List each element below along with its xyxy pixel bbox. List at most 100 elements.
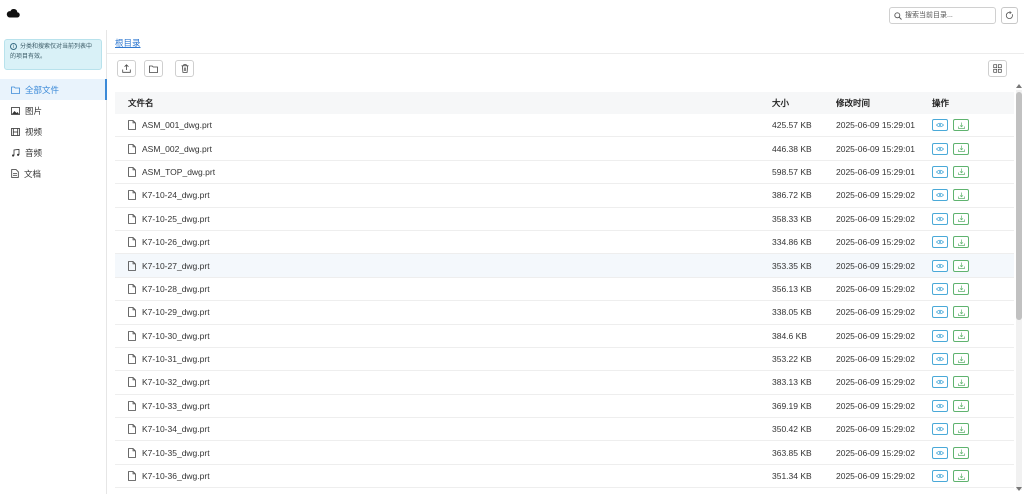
table-row[interactable]: K7-10-31_dwg.prt 353.22 KB 2025-06-09 15:2… xyxy=(115,348,1014,372)
scroll-thumb[interactable] xyxy=(1016,92,1022,320)
file-name-cell[interactable]: K7-10-31_dwg.prt xyxy=(115,354,772,364)
table-row[interactable]: K7-10-24_dwg.prt 386.72 KB 2025-06-09 15:2… xyxy=(115,184,1014,208)
cloud-icon[interactable] xyxy=(6,8,20,18)
scroll-up-arrow[interactable] xyxy=(1016,84,1022,88)
file-name[interactable]: K7-10-35_dwg.prt xyxy=(142,448,210,458)
preview-button[interactable] xyxy=(932,259,948,272)
download-button[interactable] xyxy=(953,119,969,132)
download-button[interactable] xyxy=(953,399,969,412)
file-name[interactable]: K7-10-28_dwg.prt xyxy=(142,284,210,294)
breadcrumb-root-link[interactable]: 根目录 xyxy=(115,37,141,49)
table-row[interactable]: K7-10-28_dwg.prt 356.13 KB 2025-06-09 15:2… xyxy=(115,278,1014,302)
file-name[interactable]: K7-10-33_dwg.prt xyxy=(142,401,210,411)
preview-button[interactable] xyxy=(932,189,948,202)
download-button[interactable] xyxy=(953,470,969,483)
file-name-cell[interactable]: K7-10-32_dwg.prt xyxy=(115,377,772,387)
sidebar-item-documents[interactable]: 文档 xyxy=(0,163,107,184)
scroll-down-arrow[interactable] xyxy=(1016,487,1022,491)
file-name[interactable]: ASM_TOP_dwg.prt xyxy=(142,167,215,177)
file-name-cell[interactable]: K7-10-26_dwg.prt xyxy=(115,237,772,247)
file-name-cell[interactable]: K7-10-35_dwg.prt xyxy=(115,448,772,458)
refresh-button[interactable] xyxy=(1001,7,1018,24)
table-row[interactable]: K7-10-32_dwg.prt 383.13 KB 2025-06-09 15:2… xyxy=(115,371,1014,395)
file-name[interactable]: K7-10-31_dwg.prt xyxy=(142,354,210,364)
table-row[interactable]: K7-10-36_dwg.prt 351.34 KB 2025-06-09 15:2… xyxy=(115,465,1014,489)
file-name[interactable]: K7-10-25_dwg.prt xyxy=(142,214,210,224)
file-name-cell[interactable]: K7-10-36_dwg.prt xyxy=(115,471,772,481)
sidebar-item-videos[interactable]: 视频 xyxy=(0,121,107,142)
file-name-cell[interactable]: K7-10-30_dwg.prt xyxy=(115,331,772,341)
preview-button[interactable] xyxy=(932,446,948,459)
download-button[interactable] xyxy=(953,212,969,225)
download-button[interactable] xyxy=(953,446,969,459)
preview-button[interactable] xyxy=(932,329,948,342)
grid-view-button[interactable] xyxy=(988,60,1007,77)
file-name-cell[interactable]: K7-10-34_dwg.prt xyxy=(115,424,772,434)
table-row[interactable]: K7-10-29_dwg.prt 338.05 KB 2025-06-09 15:2… xyxy=(115,301,1014,325)
table-row[interactable]: ASM_001_dwg.prt 425.57 KB 2025-06-09 15:29… xyxy=(115,114,1014,138)
table-row[interactable]: ASM_TOP_dwg.prt 598.57 KB 2025-06-09 15:29… xyxy=(115,161,1014,185)
download-button[interactable] xyxy=(953,423,969,436)
download-button[interactable] xyxy=(953,142,969,155)
file-name-cell[interactable]: ASM_001_dwg.prt xyxy=(115,120,772,130)
preview-button[interactable] xyxy=(932,236,948,249)
file-name-cell[interactable]: K7-10-29_dwg.prt xyxy=(115,307,772,317)
header-modified[interactable]: 修改时间 xyxy=(836,97,932,109)
file-name-cell[interactable]: ASM_TOP_dwg.prt xyxy=(115,167,772,177)
download-button[interactable] xyxy=(953,165,969,178)
download-button[interactable] xyxy=(953,329,969,342)
table-row[interactable]: K7-10-30_dwg.prt 384.6 KB 2025-06-09 15:29… xyxy=(115,325,1014,348)
preview-button[interactable] xyxy=(932,399,948,412)
preview-button[interactable] xyxy=(932,282,948,295)
download-button[interactable] xyxy=(953,282,969,295)
preview-button[interactable] xyxy=(932,306,948,319)
download-button[interactable] xyxy=(953,353,969,366)
file-name[interactable]: K7-10-29_dwg.prt xyxy=(142,307,210,317)
file-name[interactable]: K7-10-30_dwg.prt xyxy=(142,331,210,341)
preview-button[interactable] xyxy=(932,353,948,366)
preview-button[interactable] xyxy=(932,212,948,225)
download-button[interactable] xyxy=(953,259,969,272)
table-row[interactable]: K7-10-27_dwg.prt 353.35 KB 2025-06-09 15:2… xyxy=(115,254,1014,278)
file-name-cell[interactable]: K7-10-25_dwg.prt xyxy=(115,214,772,224)
search-box[interactable] xyxy=(889,7,996,24)
table-row[interactable]: K7-10-34_dwg.prt 350.42 KB 2025-06-09 15:2… xyxy=(115,418,1014,442)
header-name[interactable]: 文件名 xyxy=(115,97,772,109)
table-row[interactable]: K7-10-26_dwg.prt 334.86 KB 2025-06-09 15:2… xyxy=(115,231,1014,255)
preview-button[interactable] xyxy=(932,119,948,132)
new-folder-button[interactable] xyxy=(144,60,163,77)
file-name[interactable]: K7-10-27_dwg.prt xyxy=(142,261,210,271)
sidebar-item-all-files[interactable]: 全部文件 xyxy=(0,79,107,100)
table-row[interactable]: ASM_002_dwg.prt 446.38 KB 2025-06-09 15:29… xyxy=(115,137,1014,161)
file-name-cell[interactable]: ASM_002_dwg.prt xyxy=(115,144,772,154)
file-name-cell[interactable]: K7-10-28_dwg.prt xyxy=(115,284,772,294)
preview-button[interactable] xyxy=(932,470,948,483)
download-button[interactable] xyxy=(953,306,969,319)
table-row[interactable]: K7-10-35_dwg.prt 363.85 KB 2025-06-09 15:2… xyxy=(115,441,1014,465)
file-name[interactable]: K7-10-32_dwg.prt xyxy=(142,377,210,387)
file-name[interactable]: K7-10-24_dwg.prt xyxy=(142,190,210,200)
table-row[interactable]: K7-10-25_dwg.prt 358.33 KB 2025-06-09 15:2… xyxy=(115,208,1014,231)
preview-button[interactable] xyxy=(932,165,948,178)
download-button[interactable] xyxy=(953,376,969,389)
file-name[interactable]: K7-10-36_dwg.prt xyxy=(142,471,210,481)
delete-button[interactable] xyxy=(175,60,194,77)
file-name-cell[interactable]: K7-10-27_dwg.prt xyxy=(115,261,772,271)
sidebar-item-images[interactable]: 图片 xyxy=(0,100,107,121)
file-name[interactable]: K7-10-34_dwg.prt xyxy=(142,424,210,434)
header-size[interactable]: 大小 xyxy=(772,97,836,109)
file-name[interactable]: K7-10-26_dwg.prt xyxy=(142,237,210,247)
file-name[interactable]: ASM_001_dwg.prt xyxy=(142,120,212,130)
table-row[interactable]: K7-10-33_dwg.prt 369.19 KB 2025-06-09 15:2… xyxy=(115,395,1014,419)
preview-button[interactable] xyxy=(932,376,948,389)
upload-button[interactable] xyxy=(117,60,136,77)
preview-button[interactable] xyxy=(932,142,948,155)
preview-button[interactable] xyxy=(932,423,948,436)
download-button[interactable] xyxy=(953,236,969,249)
download-button[interactable] xyxy=(953,189,969,202)
scrollbar[interactable] xyxy=(1015,84,1022,494)
file-name-cell[interactable]: K7-10-33_dwg.prt xyxy=(115,401,772,411)
file-name[interactable]: ASM_002_dwg.prt xyxy=(142,144,212,154)
sidebar-item-audio[interactable]: 音频 xyxy=(0,142,107,163)
search-input[interactable] xyxy=(905,9,989,22)
